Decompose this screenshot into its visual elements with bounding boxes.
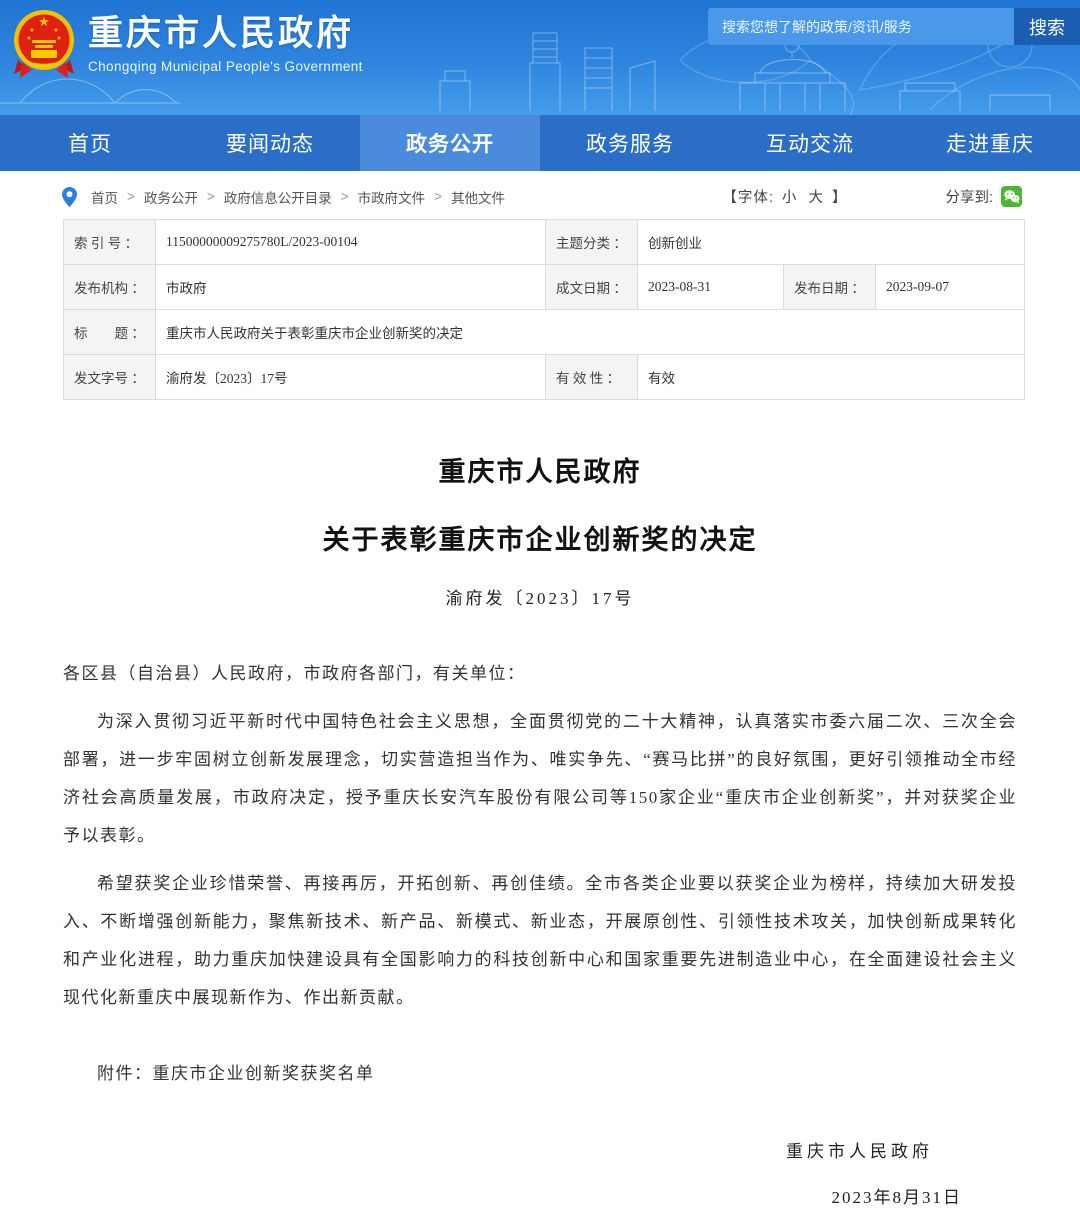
crumb-separator: > [341,189,349,204]
wechat-share-icon[interactable] [1001,186,1022,207]
national-emblem-icon: ★ ★ ★ ★ ★ [12,8,76,80]
font-controls-suffix: 】 [832,190,848,206]
signature-block: 重庆市人民政府 2023年8月31日 [63,1137,1017,1222]
site-title: 重庆市人民政府 [88,14,363,54]
index-number-label: 索 引 号 ： [64,220,156,265]
nav-item-gov-affairs-open[interactable]: 政务公开 [360,115,540,171]
document-meta-table: 索 引 号 ： 11500000009275780L/2023-00104 主题… [63,219,1025,400]
meta-row-index-topic: 索 引 号 ： 11500000009275780L/2023-00104 主题… [64,220,1025,265]
share-group: 分享到: [945,186,1022,207]
font-larger-button[interactable]: 大 [808,190,824,206]
search-input[interactable] [708,8,1014,45]
salutation: 各区县（自治县）人民政府，市政府各部门，有关单位： [63,655,1017,693]
search-box: 搜索 [708,8,1080,45]
written-date-value: 2023-08-31 [638,265,784,310]
doc-number-label: 发文字号 ： [64,355,156,400]
share-label: 分享到: [945,186,993,207]
topic-category-label: 主题分类 ： [546,220,638,265]
font-size-controls: 【字体: 小 大 】 [722,186,847,207]
svg-text:★: ★ [26,35,31,42]
nav-item-home[interactable]: 首页 [0,115,180,171]
doc-title-label: 标 题 ： [64,310,156,355]
document-body: 各区县（自治县）人民政府，市政府各部门，有关单位： 为深入贯彻习近平新时代中国特… [63,655,1017,1093]
meta-row-agency-dates: 发布机构 ： 市政府 成文日期 ： 2023-08-31 发布日期 ： 2023… [64,265,1025,310]
nav-item-gov-services[interactable]: 政务服务 [540,115,720,171]
breadcrumb: 首页 > 政务公开 > 政府信息公开目录 > 市政府文件 > 其他文件 【字体:… [0,171,1080,213]
crumb-home[interactable]: 首页 [91,187,118,207]
doc-title-value: 重庆市人民政府关于表彰重庆市企业创新奖的决定 [156,310,1025,355]
crumb-separator: > [127,189,135,204]
publish-date-label: 发布日期 ： [784,265,876,310]
index-number-value: 11500000009275780L/2023-00104 [156,220,546,265]
meta-row-title: 标 题 ： 重庆市人民政府关于表彰重庆市企业创新奖的决定 [64,310,1025,355]
nav-item-news[interactable]: 要闻动态 [180,115,360,171]
document-title-line1: 重庆市人民政府 [63,450,1017,489]
issuing-agency-value: 市政府 [156,265,546,310]
document-main: 重庆市人民政府 关于表彰重庆市企业创新奖的决定 渝府发〔2023〕17号 各区县… [0,450,1080,1222]
nav-item-interaction[interactable]: 互动交流 [720,115,900,171]
location-pin-icon [62,187,77,207]
signature-date: 2023年8月31日 [63,1183,962,1222]
crumb-gov-open[interactable]: 政务公开 [144,187,198,207]
document-title-line2: 关于表彰重庆市企业创新奖的决定 [63,518,1017,557]
publish-date-value: 2023-09-07 [876,265,1025,310]
font-smaller-button[interactable]: 小 [782,190,798,206]
signer-name: 重庆市人民政府 [63,1137,933,1162]
main-nav: 首页 要闻动态 政务公开 政务服务 互动交流 走进重庆 [0,115,1080,171]
svg-text:★: ★ [29,27,34,34]
crumb-info-directory[interactable]: 政府信息公开目录 [224,187,332,207]
svg-text:★: ★ [38,14,50,29]
svg-text:★: ★ [53,27,58,34]
nav-item-about-chongqing[interactable]: 走进重庆 [900,115,1080,171]
doc-number-value: 渝府发〔2023〕17号 [156,355,546,400]
site-subtitle: Chongqing Municipal People's Government [88,59,363,74]
crumb-city-gov-docs[interactable]: 市政府文件 [358,187,426,207]
paragraph: 为深入贯彻习近平新时代中国特色社会主义思想，全面贯彻党的二十大精神，认真落实市委… [63,703,1017,855]
crumb-other-docs[interactable]: 其他文件 [451,187,505,207]
issuing-agency-label: 发布机构 ： [64,265,156,310]
crumb-separator: > [207,189,215,204]
validity-label: 有 效 性 ： [546,355,638,400]
brand: ★ ★ ★ ★ ★ 重庆市人民政府 Chongqing Municipal Pe… [12,8,363,80]
document-number: 渝府发〔2023〕17号 [63,584,1017,609]
search-button[interactable]: 搜索 [1014,8,1080,45]
site-header: ★ ★ ★ ★ ★ 重庆市人民政府 Chongqing Municipal Pe… [0,0,1080,115]
svg-text:★: ★ [56,35,61,42]
paragraph: 希望获奖企业珍惜荣誉、再接再厉，开拓创新、再创佳绩。全市各类企业要以获奖企业为榜… [63,865,1017,1017]
attachment-line: 附件：重庆市企业创新奖获奖名单 [63,1055,1017,1093]
validity-value: 有效 [638,355,1025,400]
crumb-separator: > [434,189,442,204]
meta-row-docno-validity: 发文字号 ： 渝府发〔2023〕17号 有 效 性 ： 有效 [64,355,1025,400]
written-date-label: 成文日期 ： [546,265,638,310]
topic-category-value: 创新创业 [638,220,1025,265]
brand-text: 重庆市人民政府 Chongqing Municipal People's Gov… [88,8,363,74]
font-controls-prefix: 【字体: [722,190,774,206]
